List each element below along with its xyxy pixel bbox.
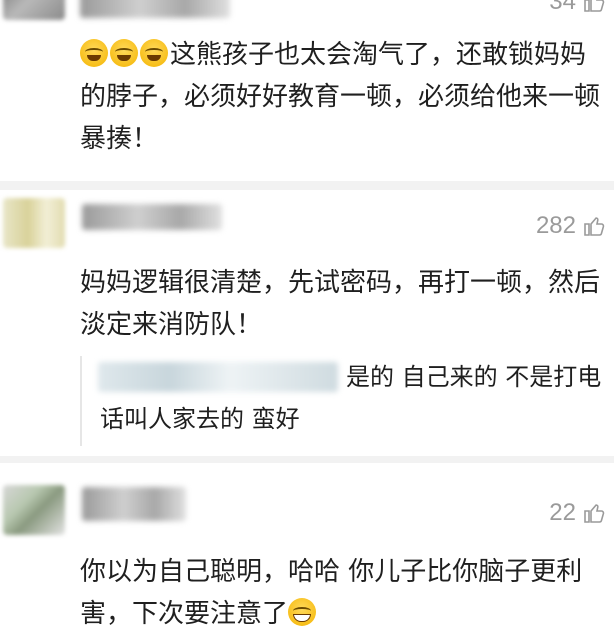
thumbs-up-icon <box>584 0 605 12</box>
grinning-emoji <box>288 598 317 626</box>
like-button[interactable]: 282 <box>536 212 606 240</box>
avatar[interactable] <box>3 198 65 248</box>
comment-line: 淡定来消防队！ <box>80 310 263 340</box>
thumbs-up-icon <box>584 504 605 523</box>
comment-card-1: 34 这熊孩子也太会淘气了，还敢锁妈妈 的脖子，必须好好教育一顿，必须给他来一顿… <box>0 0 614 181</box>
like-button[interactable]: 34 <box>549 0 606 16</box>
comment-card-3: 22 你以为自己聪明，哈哈 你儿子比你脑子更利 害，下次要注意了 <box>0 463 614 636</box>
reply-text: 是的 自己来的 不是打电 话叫人家去的 蛮好 <box>100 356 614 440</box>
avatar[interactable] <box>3 485 65 535</box>
comment-text: 你以为自己聪明，哈哈 你儿子比你脑子更利 害，下次要注意了 <box>80 551 614 635</box>
comment-line: 害，下次要注意了 <box>80 593 614 635</box>
comment-line: 暴揍！ <box>80 124 159 154</box>
avatar[interactable] <box>3 0 65 20</box>
like-count: 282 <box>535 212 576 239</box>
like-count: 34 <box>549 0 576 15</box>
like-count: 22 <box>549 499 576 526</box>
comment-line: 你以为自己聪明，哈哈 你儿子比你脑子更利 <box>80 557 583 587</box>
reply-box[interactable]: 是的 自己来的 不是打电 话叫人家去的 蛮好 <box>80 356 614 446</box>
laughing-crying-emoji <box>110 39 138 67</box>
comment-text: 妈妈逻辑很清楚，先试密码，再打一顿，然后 淡定来消防队！ <box>80 262 614 346</box>
comment-line: 的脖子，必须好好教育一顿，必须给他来一顿 <box>80 82 601 112</box>
comment-line-text: 这熊孩子也太会淘气了，还敢锁妈妈 <box>170 40 587 70</box>
comment-line: 妈妈逻辑很清楚，先试密码，再打一顿，然后 <box>80 268 601 298</box>
username-blurred[interactable] <box>82 487 186 521</box>
comment-line-text: 害，下次要注意了 <box>80 599 289 629</box>
comment-card-2: 282 妈妈逻辑很清楚，先试密码，再打一顿，然后 淡定来消防队！ 是的 自己来的… <box>0 190 614 456</box>
username-blurred[interactable] <box>82 204 222 230</box>
reply-line: 是的 自己来的 不是打电 <box>346 363 602 391</box>
comment-text: 这熊孩子也太会淘气了，还敢锁妈妈 的脖子，必须好好教育一顿，必须给他来一顿 暴揍… <box>80 34 614 160</box>
like-button[interactable]: 22 <box>549 499 606 527</box>
comment-line: 这熊孩子也太会淘气了，还敢锁妈妈 <box>80 34 614 76</box>
reply-line: 话叫人家去的 蛮好 <box>100 405 300 433</box>
laughing-crying-emoji <box>80 39 108 67</box>
username-blurred[interactable] <box>80 0 230 18</box>
thumbs-up-icon <box>584 217 605 236</box>
laughing-crying-emoji <box>140 39 168 67</box>
